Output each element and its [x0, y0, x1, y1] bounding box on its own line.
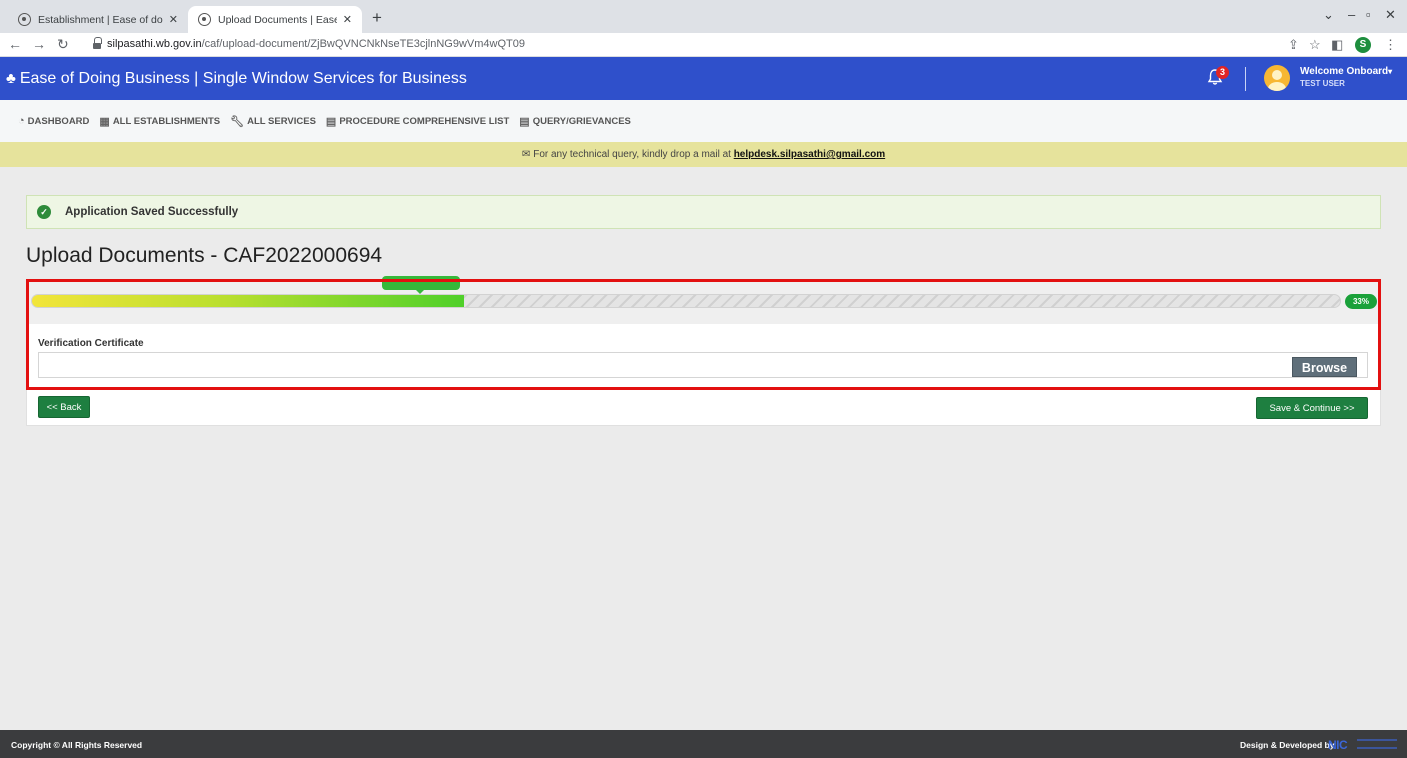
nav-label: QUERY/GRIEVANCES — [532, 115, 631, 127]
helpdesk-email-link[interactable]: helpdesk.silpasathi@gmail.com — [734, 149, 885, 160]
verification-certificate-label: Verification Certificate — [38, 338, 144, 349]
nic-logo-mark — [1357, 739, 1397, 749]
browse-button[interactable]: Browse — [1292, 357, 1357, 377]
header-divider — [1245, 67, 1246, 91]
forward-arrow-icon[interactable]: → — [32, 36, 46, 52]
app-header: ♣ Ease of Doing Business | Single Window … — [0, 57, 1407, 100]
page-title: Upload Documents - CAF2022000694 — [26, 244, 383, 267]
footer: Copyright © All Rights Reserved Design &… — [0, 730, 1407, 758]
nav-item-dashboard[interactable]: ◔ DASHBOARD — [18, 115, 89, 127]
nav-label: ALL SERVICES — [247, 115, 316, 127]
check-circle-icon: ✓ — [37, 205, 51, 219]
browser-tab-strip: Establishment | Ease of doing bu ✕ Uploa… — [0, 0, 1407, 33]
progress-tooltip — [382, 276, 460, 294]
bookmark-star-icon[interactable]: ☆ — [1309, 37, 1321, 53]
verification-certificate-file-input[interactable] — [38, 352, 1368, 378]
more-menu-icon[interactable]: ⋮ — [1384, 37, 1397, 53]
support-notice-bar: ✉ For any technical query, kindly drop a … — [0, 142, 1407, 167]
globe-icon — [198, 13, 211, 26]
globe-icon — [18, 13, 31, 26]
tab-list-chevron-icon[interactable]: ⌄ — [1323, 7, 1334, 23]
dashboard-icon: ◔ — [18, 115, 25, 127]
nav-label: ALL ESTABLISHMENTS — [112, 115, 221, 127]
welcome-text: Welcome Onboard — [1300, 66, 1389, 77]
envelope-icon: ✉ — [521, 149, 531, 160]
user-menu-dropdown[interactable]: Welcome Onboard▾ — [1300, 66, 1392, 77]
url-path: /caf/upload-document/ZjBwQVNCNkNseTE3cjl… — [201, 38, 525, 50]
nav-item-all-services[interactable]: 🔧︎ ALL SERVICES — [230, 115, 316, 128]
success-alert: ✓ Application Saved Successfully — [26, 195, 1381, 229]
wrench-icon: 🔧︎ — [230, 115, 245, 128]
minimize-icon[interactable]: – — [1348, 7, 1355, 22]
building-icon: ▦ — [99, 115, 110, 128]
save-continue-button[interactable]: Save & Continue >> — [1256, 397, 1368, 419]
progress-bar-fill — [32, 295, 464, 307]
brand[interactable]: ♣ Ease of Doing Business | Single Window … — [6, 70, 467, 88]
nav-item-query-grievances[interactable]: ▤ QUERY/GRIEVANCES — [519, 115, 631, 128]
list-icon: ▤ — [325, 115, 337, 128]
back-button[interactable]: << Back — [38, 396, 90, 418]
nav-item-all-establishments[interactable]: ▦ ALL ESTABLISHMENTS — [99, 115, 220, 128]
url-host: silpasathi.wb.gov.in — [107, 38, 202, 50]
close-tab-icon[interactable]: ✕ — [169, 13, 178, 26]
list-icon: ▤ — [519, 115, 530, 128]
copyright-text: Copyright © All Rights Reserved — [11, 740, 143, 750]
url-field[interactable]: silpasathi.wb.gov.in/caf/upload-document… — [107, 38, 525, 50]
browser-tab-establishment[interactable]: Establishment | Ease of doing bu ✕ — [8, 6, 188, 33]
caret-down-icon: ▾ — [1388, 67, 1393, 76]
reload-icon[interactable]: ↻ — [57, 36, 69, 53]
progress-bar — [31, 294, 1341, 308]
user-avatar[interactable] — [1264, 65, 1290, 91]
main-navigation: ◔ DASHBOARD ▦ ALL ESTABLISHMENTS 🔧︎ ALL SER… — [0, 100, 1407, 142]
new-tab-button[interactable]: + — [372, 8, 382, 28]
cluster-logo-icon: ♣ — [6, 70, 16, 87]
notice-text: For any technical query, kindly drop a m… — [533, 149, 731, 160]
close-window-icon[interactable]: ✕ — [1385, 7, 1396, 23]
tab-title: Upload Documents | Ease of doi — [218, 13, 337, 26]
nic-logo[interactable]: NIC — [1328, 738, 1348, 752]
progress-percent-badge: 33% — [1345, 294, 1377, 309]
side-panel-icon[interactable]: ◧ — [1331, 37, 1343, 53]
user-name: TEST USER — [1300, 79, 1345, 88]
browser-tab-upload-documents[interactable]: Upload Documents | Ease of doi ✕ — [188, 6, 362, 33]
nav-label: DASHBOARD — [27, 115, 90, 127]
notification-count-badge: 3 — [1216, 66, 1229, 79]
developer-credit: Design & Developed by — [1240, 740, 1335, 750]
address-bar: ← → ↻ silpasathi.wb.gov.in/caf/upload-do… — [0, 33, 1407, 57]
nav-label: PROCEDURE COMPREHENSIVE LIST — [339, 115, 510, 127]
tab-title: Establishment | Ease of doing bu — [38, 13, 163, 26]
alert-message: Application Saved Successfully — [65, 206, 239, 218]
lock-icon[interactable] — [93, 37, 102, 49]
back-arrow-icon[interactable]: ← — [8, 36, 22, 52]
share-icon[interactable]: ⇪ — [1288, 37, 1299, 53]
restore-icon[interactable]: ▫ — [1366, 7, 1371, 22]
brand-title: Ease of Doing Business | Single Window S… — [19, 70, 467, 87]
close-tab-icon[interactable]: ✕ — [343, 13, 352, 26]
profile-avatar[interactable]: S — [1355, 37, 1371, 53]
nav-item-procedure-list[interactable]: ▤ PROCEDURE COMPREHENSIVE LIST — [326, 115, 509, 128]
